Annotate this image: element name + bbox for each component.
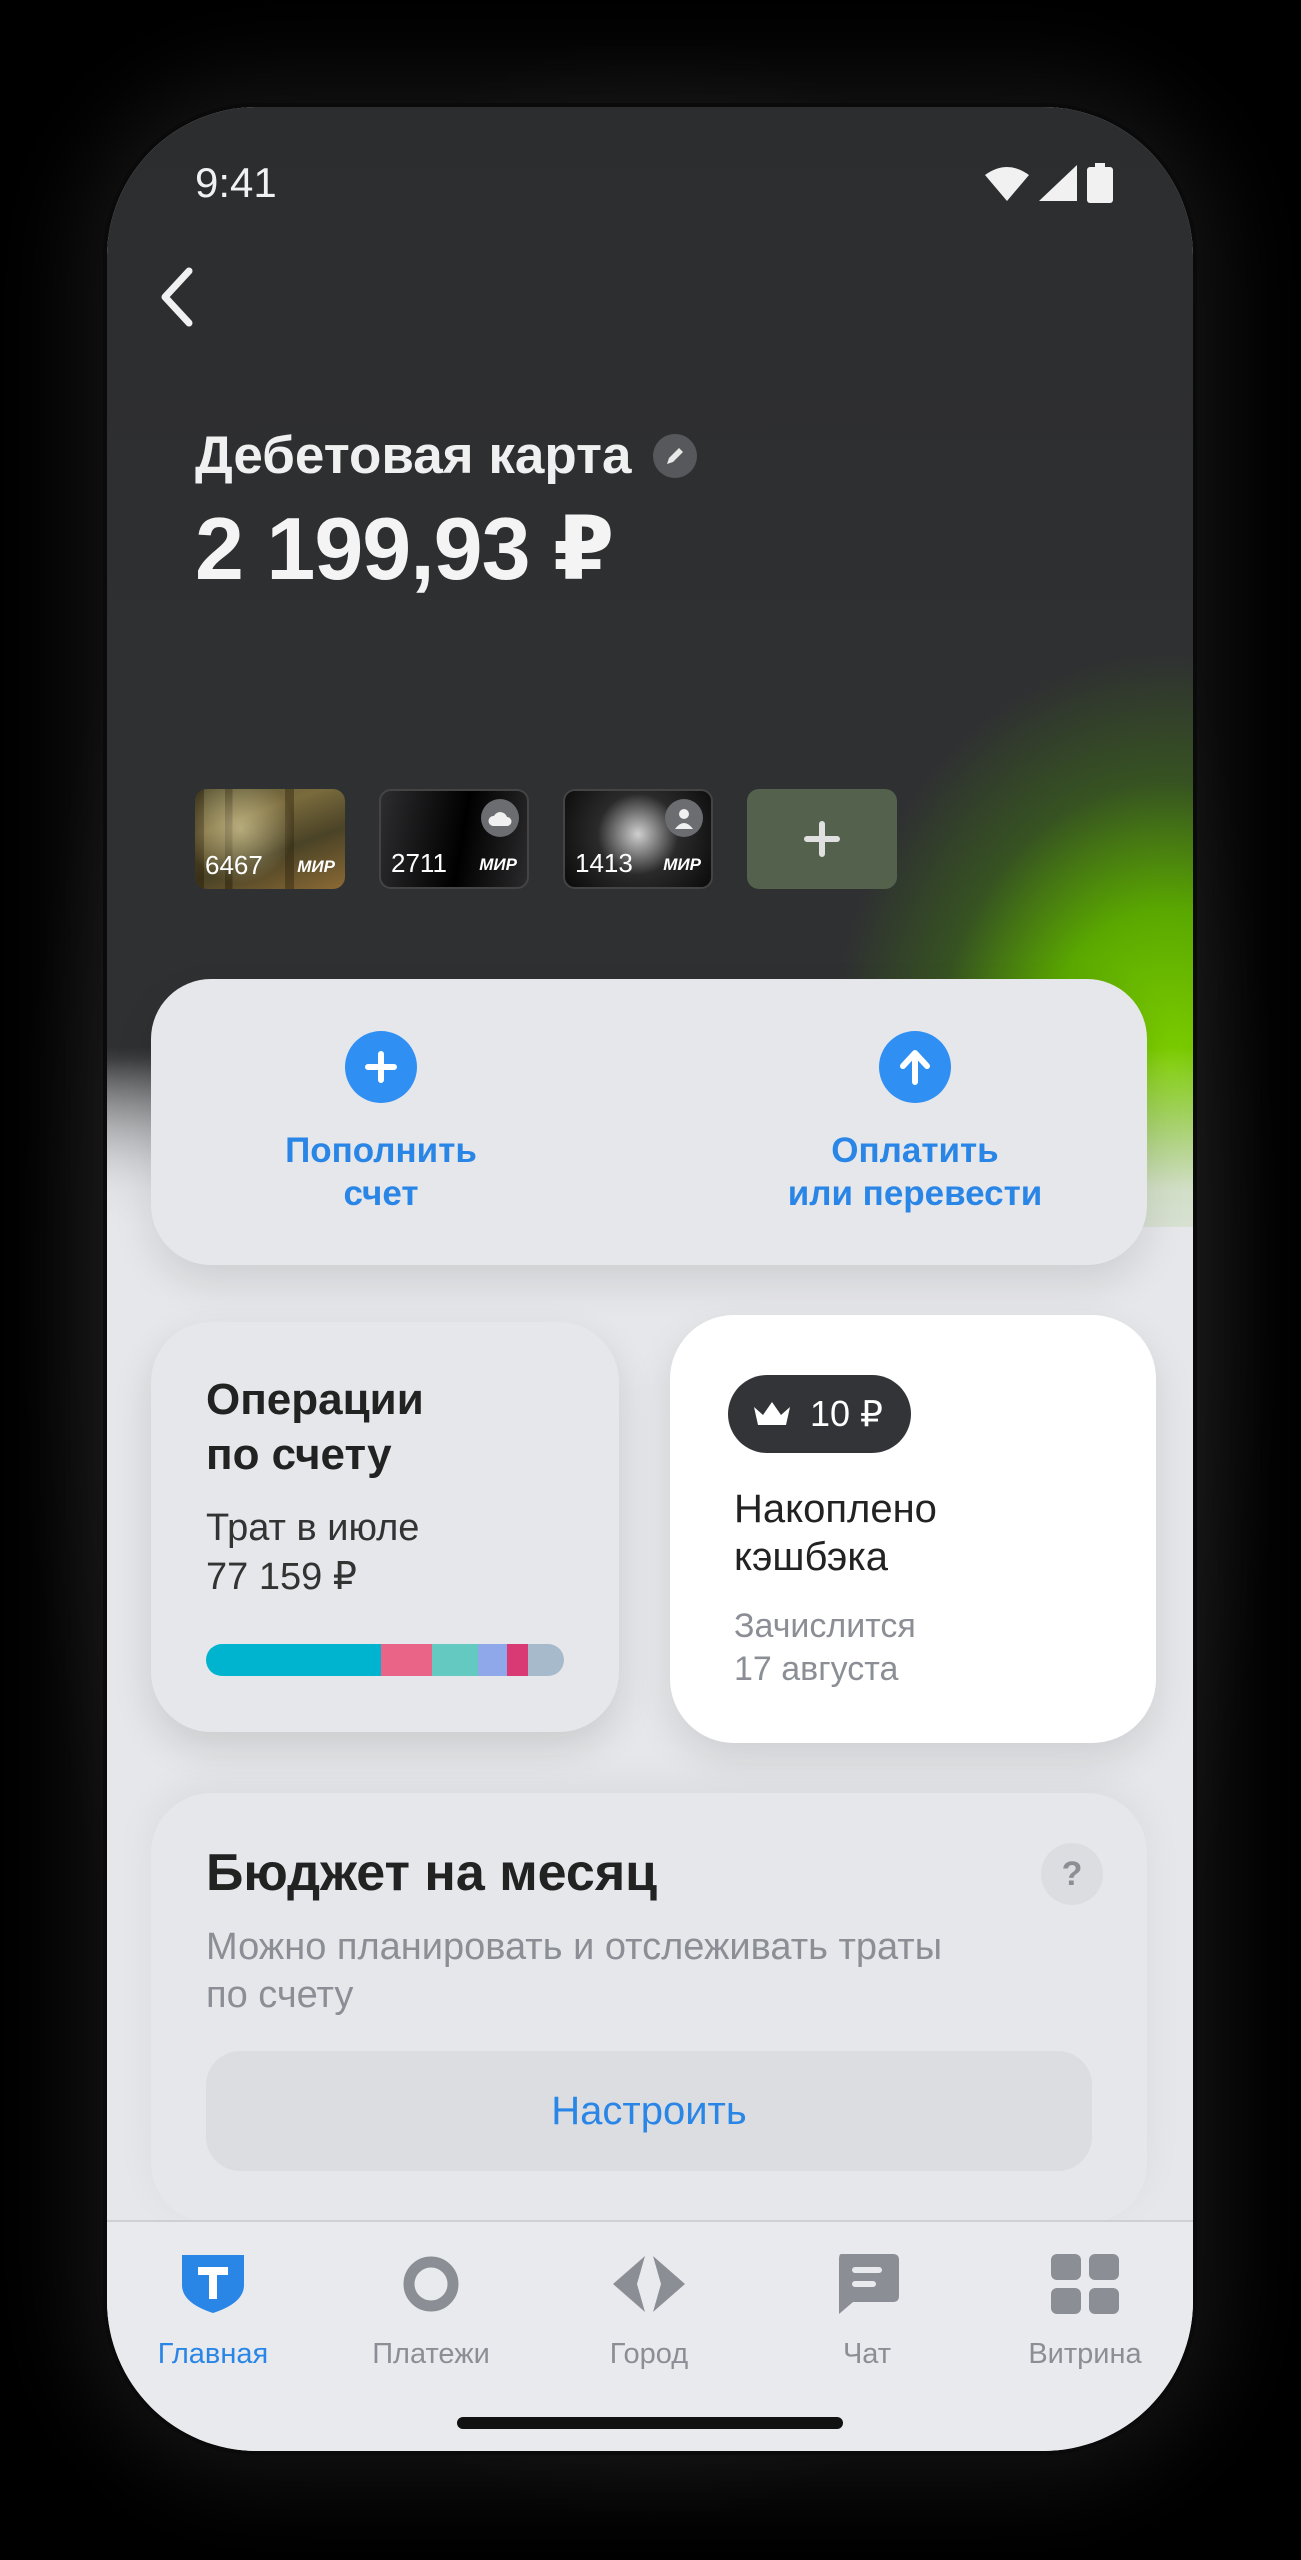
arrow-up-icon [879,1031,951,1103]
card-network: МИР [663,855,701,874]
tab-showcase[interactable]: Витрина [985,2252,1185,2371]
add-card-button[interactable] [747,789,897,889]
home-indicator [457,2417,843,2429]
pay-transfer-button[interactable]: Оплатить или перевести [725,1031,1105,1215]
cashback-amount: 10 ₽ [810,1393,883,1434]
background: 9:41 Дебетовая карта 2 199,93 ₽ 6467 МИР [0,0,1301,2560]
person-icon [665,799,703,837]
account-title: Дебетовая карта [195,426,632,485]
wifi-icon [985,167,1029,201]
diamond-icon [611,2252,687,2316]
operations-spend: Трат в июле 77 159 ₽ [206,1507,420,1598]
card-network: МИР [297,857,335,876]
card-number: 2711 [391,848,447,878]
tab-label: Платежи [372,2338,490,2370]
quick-actions-panel: Пополнить счет Оплатить или перевести [151,979,1147,1265]
cloud-icon [481,799,519,837]
cashback-badge: 10 ₽ [728,1375,911,1453]
operations-title: Операции по счету [206,1375,424,1479]
card-2711[interactable]: 2711 МИР [379,789,529,889]
spend-segment [431,1644,479,1676]
pay-transfer-label: Оплатить или перевести [787,1131,1043,1213]
topup-button[interactable]: Пополнить счет [191,1031,571,1215]
spend-segment [206,1644,382,1676]
tab-label: Чат [842,2338,892,2370]
budget-title: Бюджет на месяц [206,1844,658,1902]
card-1413[interactable]: 1413 МИР [563,789,713,889]
crown-icon [754,1402,790,1425]
tab-label: Город [609,2338,689,2370]
shield-t-icon [175,2252,251,2316]
cashback-date: Зачислится 17 августа [734,1607,916,1688]
status-icons [985,163,1113,203]
tab-city[interactable]: Город [549,2252,749,2371]
edit-name-button[interactable] [653,433,698,478]
ring-icon [393,2252,469,2316]
setup-budget-button[interactable]: Настроить [206,2051,1092,2171]
tab-chat[interactable]: Чат [767,2252,967,2371]
tab-label: Витрина [1028,2338,1142,2370]
chevron-left-icon [161,267,193,327]
account-title-row: Дебетовая карта [195,425,698,486]
plus-icon [804,821,840,857]
help-button[interactable]: ? [1041,1843,1103,1905]
operations-widget[interactable]: Операции по счету Трат в июле 77 159 ₽ [151,1322,619,1732]
cashback-title: Накоплено кэшбэка [734,1487,937,1579]
topup-label: Пополнить счет [285,1131,477,1213]
grid-icon [1047,2252,1123,2316]
card-number: 1413 [575,848,633,878]
phone-screen: 9:41 Дебетовая карта 2 199,93 ₽ 6467 МИР [107,107,1193,2451]
chat-icon [829,2252,905,2316]
cards-row: 6467 МИР 2711 МИР 1413 МИР [195,789,897,889]
spend-segment [506,1644,529,1676]
tab-label: Главная [157,2338,269,2370]
budget-description: Можно планировать и отслеживать траты по… [206,1926,943,2016]
back-button[interactable] [137,257,217,337]
account-balance: 2 199,93 ₽ [195,499,614,598]
spend-segment [478,1644,507,1676]
battery-icon [1087,163,1113,203]
tab-home[interactable]: Главная [113,2252,313,2371]
card-6467[interactable]: 6467 МИР [195,789,345,889]
status-time: 9:41 [195,159,277,206]
spend-segment [528,1644,564,1676]
spend-segment [381,1644,432,1676]
tab-payments[interactable]: Платежи [331,2252,531,2371]
pencil-icon [667,447,684,464]
card-number: 6467 [205,850,263,880]
signal-icon [1039,165,1077,201]
cashback-widget[interactable]: 10 ₽ Накоплено кэшбэка Зачислится 17 авг… [670,1315,1156,1743]
budget-widget: Бюджет на месяц ? Можно планировать и от… [151,1793,1147,2223]
spend-category-bar [206,1644,564,1676]
plus-icon [345,1031,417,1103]
card-network: МИР [479,855,517,874]
